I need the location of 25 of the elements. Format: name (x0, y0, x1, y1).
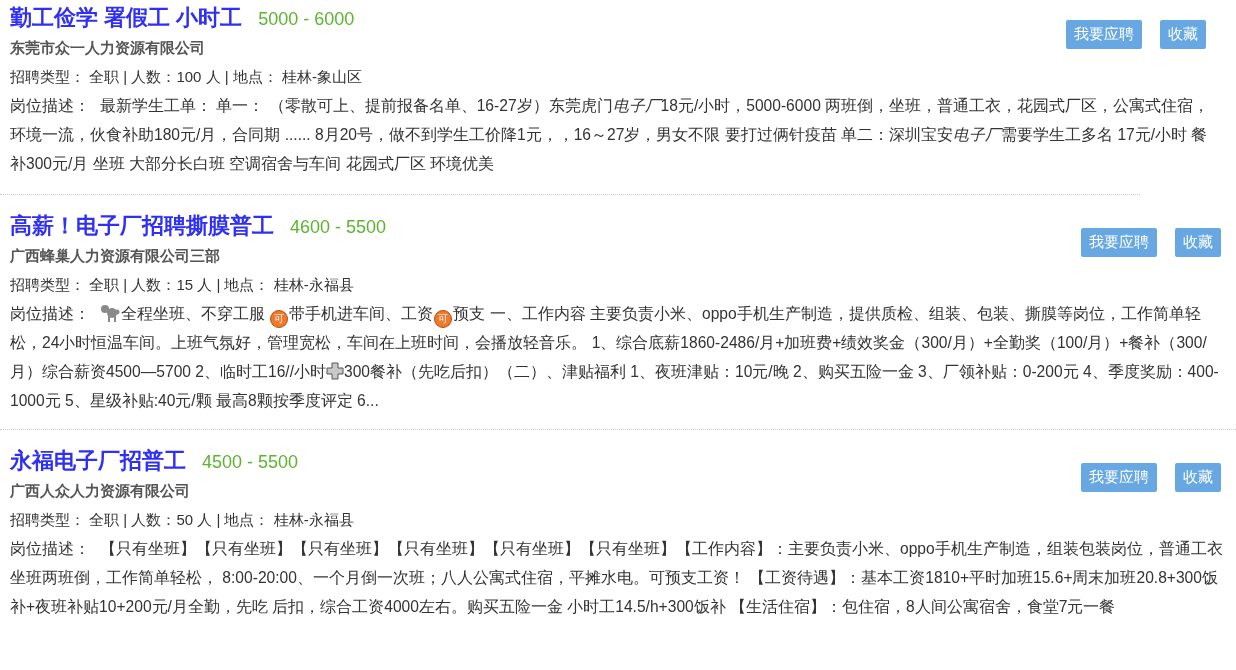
apply-button[interactable]: 我要应聘 (1066, 20, 1142, 49)
salary-range: 4600 - 5500 (290, 216, 387, 239)
job-description: 岗位描述： 【只有坐班】【只有坐班】【只有坐班】【只有坐班】【只有坐班】【只有坐班】【工作内容】：主要负责小米、oppo手机生产制造，组装包装岗位，普通工衣坐班两班倒，工作简单轻松， 8:00-20:00、一个月倒一次班；八人公寓式住宿，平摊水电。可预支工资！ 【工资待遇】：基本工资1810+平时加班15.6+周末加班20.8+300饭补+夜班补贴10+200元/月全勤，先吃 后扣，综合工资4000左右。购买五险一金 小时工14.5/h+300饭补 【生活住宿】：包住宿，8人间公寓宿舍，食堂7元一餐 (9, 539, 1224, 617)
job-meta: 招聘类型： 全职 | 人数：50 人 | 地点： 桂林-永福县 (10, 510, 355, 530)
save-button[interactable]: 收藏 (1160, 20, 1206, 49)
salary-range: 4500 - 5500 (202, 451, 299, 474)
save-button[interactable]: 收藏 (1175, 228, 1221, 257)
job-title[interactable]: 永福电子厂招普工 (10, 446, 186, 476)
company-name: 广西蜂巢人力资源有限公司三部 (10, 246, 221, 266)
badge-icon: 可 (434, 310, 453, 328)
dog-icon (100, 304, 120, 322)
badge-icon: 可 (270, 310, 289, 328)
job-title[interactable]: 高薪！电子厂招聘撕膜普工 (10, 211, 274, 241)
company-name: 东莞市众一人力资源有限公司 (10, 38, 206, 58)
job-description: 岗位描述： 最新学生工单： 单一： （零散可上、提前报备名单、16-27岁）东莞虎门电子厂18元/小时，5000-6000 两班倒，坐班，普通工衣，花园式厂区，公寓式住宿，环境一流，伙食补助180元/月，合同期 ...... 8月20号，做不到学生工价降1元，，16～27岁，男女不限 要打过俩针疫苗 单二：深圳宝安电子厂需要学生工多名 17元/小时 餐补300元/月 坐班 大部分长白班 空调宿舍与车间 花园式厂区 环境优美 (9, 96, 1211, 174)
apply-button[interactable]: 我要应聘 (1081, 228, 1157, 257)
plus-icon (326, 362, 344, 380)
company-name: 广西人众人力资源有限公司 (10, 481, 191, 501)
job-title[interactable]: 勤工俭学 署假工 小时工 (10, 3, 243, 33)
job-meta: 招聘类型： 全职 | 人数：100 人 | 地点： 桂林-象山区 (10, 67, 363, 87)
apply-button[interactable]: 我要应聘 (1081, 463, 1157, 492)
save-button[interactable]: 收藏 (1175, 463, 1221, 492)
salary-range: 5000 - 6000 (258, 8, 355, 31)
job-meta: 招聘类型： 全职 | 人数：15 人 | 地点： 桂林-永福县 (10, 275, 355, 295)
job-description: 岗位描述： 全程坐班、不穿工服 可 带手机进车间、工资 可 预支 一、工作内容 主要负责小米、oppo手机生产制造，提供质检、组装、包装、撕膜等岗位，工作简单轻松，24小时恒温车间。上班气氛好，管理宽松，车间在上班时间，会播放轻音乐。 1、综合底薪1860-2486/月+加班费+绩效奖金（300/月）+全勤奖（100/月）+餐补（300/月）综合薪资4500—5700 2、临时工16//小时 300餐补（先吃后扣）（二）、津贴福利 1、夜班津贴：10元/晚 2、购买五险一金 3、厂领补贴：0-200元 4、季度奖励：400-1000元 5、星级补贴:40元/颗 最高8颗按季度评定 6... (9, 303, 1220, 411)
